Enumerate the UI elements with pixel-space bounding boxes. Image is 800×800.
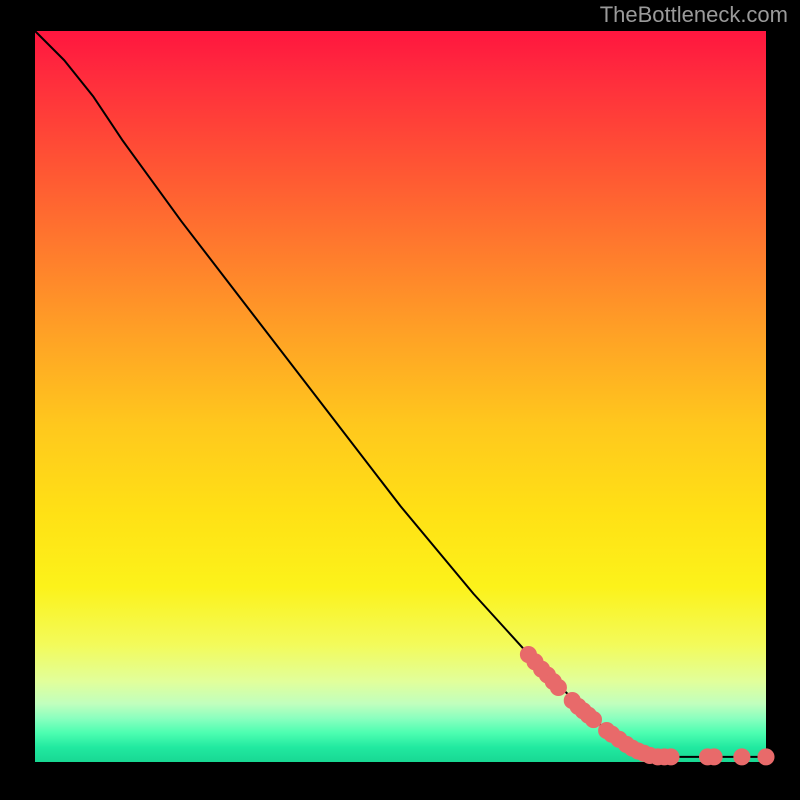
plot-area — [35, 31, 766, 762]
chart-container: TheBottleneck.com — [0, 0, 800, 800]
data-point — [585, 712, 601, 728]
data-point — [758, 749, 774, 765]
data-point — [734, 749, 750, 765]
data-point — [706, 749, 722, 765]
curve-line — [35, 31, 766, 757]
attribution-label: TheBottleneck.com — [600, 2, 788, 28]
data-point — [663, 749, 679, 765]
scatter-points — [520, 647, 774, 765]
data-point — [550, 679, 566, 695]
chart-overlay — [35, 31, 766, 762]
